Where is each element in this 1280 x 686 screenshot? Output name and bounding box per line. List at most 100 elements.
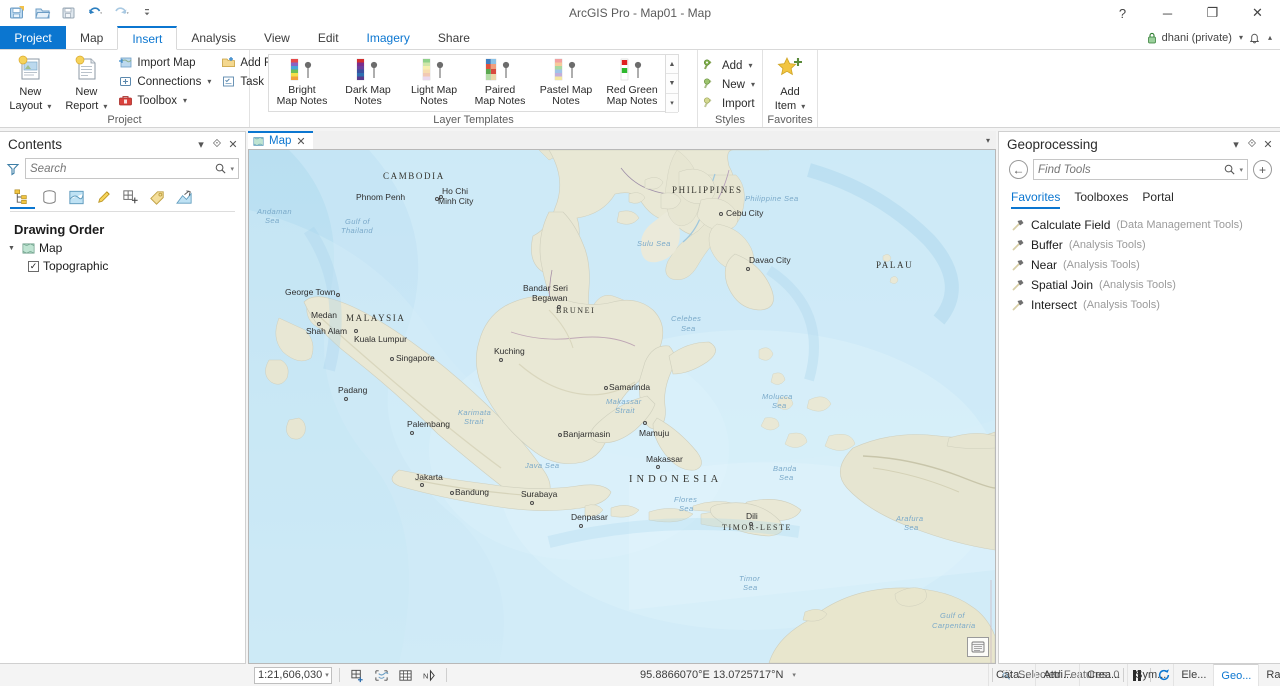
help-button[interactable]: ? — [1100, 0, 1145, 26]
redo-icon[interactable] — [110, 3, 132, 23]
account-name[interactable]: dhani (private) — [1162, 32, 1232, 44]
geoprocessing-close-icon[interactable]: ✕ — [1260, 135, 1276, 153]
save-icon[interactable] — [6, 3, 28, 23]
list-by-labeling-icon[interactable] — [145, 185, 170, 209]
gp-tool-intersect[interactable]: Intersect (Analysis Tools) — [999, 295, 1280, 315]
close-button[interactable]: ✕ — [1235, 0, 1280, 26]
gallery-item-light-map-notes[interactable]: Light Map Notes — [401, 55, 467, 111]
gp-tool-buffer[interactable]: Buffer (Analysis Tools) — [999, 235, 1280, 255]
contents-menu-chevron-icon[interactable]: ▾ — [193, 135, 209, 153]
expand-triangle-icon[interactable]: ▼ — [8, 245, 18, 252]
ribbon-group-layer-templates: Bright Map Notes Dark Map Notes Light Ma… — [250, 50, 698, 127]
add-scale-icon[interactable] — [347, 666, 367, 684]
contents-close-icon[interactable]: ✕ — [225, 135, 241, 153]
add-item-button[interactable]: Add Item ▾ — [762, 52, 818, 113]
gp-tab-toolboxes[interactable]: Toolboxes — [1074, 190, 1128, 209]
dock-tab-geoprocessing[interactable]: Geo... — [1213, 664, 1259, 686]
find-tools-chevron-down-icon[interactable]: ▾ — [1236, 166, 1243, 174]
gallery-scrollbar[interactable]: ▲ ▼ ▾ — [665, 55, 678, 113]
import-map-button[interactable]: Import Map — [114, 53, 217, 72]
geoprocessing-pin-icon[interactable]: ⟐ — [1244, 135, 1260, 153]
new-layout-button[interactable]: New Layout ▾ — [2, 52, 58, 113]
toc-row-topographic[interactable]: ✓ Topographic — [0, 257, 245, 275]
list-by-drawing-order-icon[interactable] — [10, 185, 35, 209]
coordinate-chevron-down-icon[interactable]: ▾ — [789, 671, 796, 679]
gallery-scroll-down-icon[interactable]: ▼ — [666, 74, 678, 94]
select-by-rectangle-icon[interactable] — [371, 666, 391, 684]
geoprocessing-menu-chevron-icon[interactable]: ▾ — [1228, 135, 1244, 153]
undo-icon[interactable] — [84, 3, 106, 23]
filter-funnel-icon[interactable] — [6, 162, 20, 176]
dock-tab-catalog[interactable]: Cata... — [988, 664, 1035, 686]
contents-search-box[interactable]: ▾ — [25, 158, 239, 179]
restore-button[interactable]: ❐ — [1190, 0, 1235, 26]
minimize-button[interactable]: ─ — [1145, 0, 1190, 26]
quick-access-toolbar — [0, 3, 158, 23]
tab-project[interactable]: Project — [0, 26, 66, 49]
gallery-item-pastel-map-notes[interactable]: Pastel Map Notes — [533, 55, 599, 111]
scale-selector[interactable]: 1:21,606,030 ▾ — [254, 666, 332, 684]
list-by-snapping-icon[interactable] — [118, 185, 143, 209]
open-project-icon[interactable] — [32, 3, 54, 23]
contents-pin-icon[interactable]: ⟐ — [209, 135, 225, 153]
grid-icon[interactable] — [395, 666, 415, 684]
save-as-icon[interactable] — [58, 3, 80, 23]
tab-insert[interactable]: Insert — [117, 26, 178, 50]
map-view-menu-chevron-down-icon[interactable]: ▾ — [986, 136, 990, 145]
scale-chevron-down-icon[interactable]: ▾ — [322, 671, 329, 679]
map-view-tab[interactable]: Map ✕ — [248, 131, 313, 149]
tab-imagery[interactable]: Imagery — [353, 26, 424, 49]
topographic-checkbox[interactable]: ✓ — [28, 260, 39, 272]
import-style-button[interactable]: Import — [699, 94, 761, 113]
find-tools-search-box[interactable]: ▾ — [1033, 159, 1248, 180]
account-chevron-down-icon[interactable]: ▾ — [1239, 33, 1243, 42]
gallery-scroll-up-icon[interactable]: ▲ — [666, 55, 678, 75]
gallery-item-dark-map-notes[interactable]: Dark Map Notes — [335, 55, 401, 111]
dock-tab-create-features[interactable]: Crea... — [1079, 664, 1127, 686]
tab-map[interactable]: Map — [66, 26, 117, 49]
connections-button[interactable]: Connections ▾ — [114, 72, 217, 91]
connections-label: Connections — [137, 75, 202, 88]
toc-row-map[interactable]: ▼ Map — [0, 239, 245, 257]
gallery-expand-icon[interactable]: ▾ — [666, 93, 678, 113]
dock-tab-symbology[interactable]: Sym... — [1127, 664, 1173, 686]
dock-tab-elevation[interactable]: Ele... — [1173, 664, 1213, 686]
map-view-tab-close-icon[interactable]: ✕ — [296, 135, 305, 148]
tab-view[interactable]: View — [250, 26, 304, 49]
dock-tab-attributes[interactable]: Attri... — [1035, 664, 1079, 686]
contents-search-chevron-down-icon[interactable]: ▾ — [227, 165, 234, 173]
add-style-button[interactable]: Add ▾ — [699, 56, 761, 75]
collapse-ribbon-chevron-up-icon[interactable]: ▴ — [1268, 33, 1272, 42]
gp-tool-spatial-join[interactable]: Spatial Join (Analysis Tools) — [999, 275, 1280, 295]
gallery-item-bright-map-notes[interactable]: Bright Map Notes — [269, 55, 335, 111]
bell-icon[interactable] — [1248, 31, 1261, 44]
contents-search-icon[interactable] — [214, 162, 227, 175]
gp-tab-favorites[interactable]: Favorites — [1011, 190, 1061, 209]
gp-tab-portal[interactable]: Portal — [1142, 190, 1173, 209]
contents-search-input[interactable] — [30, 162, 215, 175]
coordinate-readout[interactable]: 95.8866070°E 13.0725717°N ▾ — [640, 669, 796, 681]
gallery-item-paired-map-notes[interactable]: Paired Map Notes — [467, 55, 533, 111]
list-by-editing-icon[interactable] — [91, 185, 116, 209]
find-tools-search-icon[interactable] — [1223, 163, 1236, 176]
list-by-data-source-icon[interactable] — [37, 185, 62, 209]
new-style-button[interactable]: New ▾ — [699, 75, 761, 94]
toolbox-button[interactable]: Toolbox ▾ — [114, 91, 217, 110]
list-by-diagram-icon[interactable] — [172, 185, 197, 209]
list-by-selection-icon[interactable] — [64, 185, 89, 209]
dock-tab-raster[interactable]: Rast... — [1258, 664, 1280, 686]
plus-circle-icon[interactable]: + — [1253, 160, 1272, 179]
map-canvas[interactable]: CAMBODIA PHILIPPINES PALAU MALAYSIA BRUN… — [248, 149, 996, 664]
gp-tool-calculate-field[interactable]: Calculate Field (Data Management Tools) — [999, 215, 1280, 235]
customize-qat-icon[interactable] — [136, 3, 158, 23]
tab-share[interactable]: Share — [424, 26, 484, 49]
tab-analysis[interactable]: Analysis — [177, 26, 250, 49]
gp-tool-near[interactable]: Near (Analysis Tools) — [999, 255, 1280, 275]
find-tools-input[interactable] — [1038, 163, 1224, 176]
north-arrow-icon[interactable]: N — [419, 666, 439, 684]
back-arrow-icon[interactable]: ← — [1009, 160, 1028, 179]
gallery-item-red-green-map-notes[interactable]: Red Green Map Notes — [599, 55, 665, 111]
overview-map-button[interactable] — [967, 637, 989, 657]
new-report-button[interactable]: New Report ▾ — [58, 52, 114, 113]
tab-edit[interactable]: Edit — [304, 26, 353, 49]
